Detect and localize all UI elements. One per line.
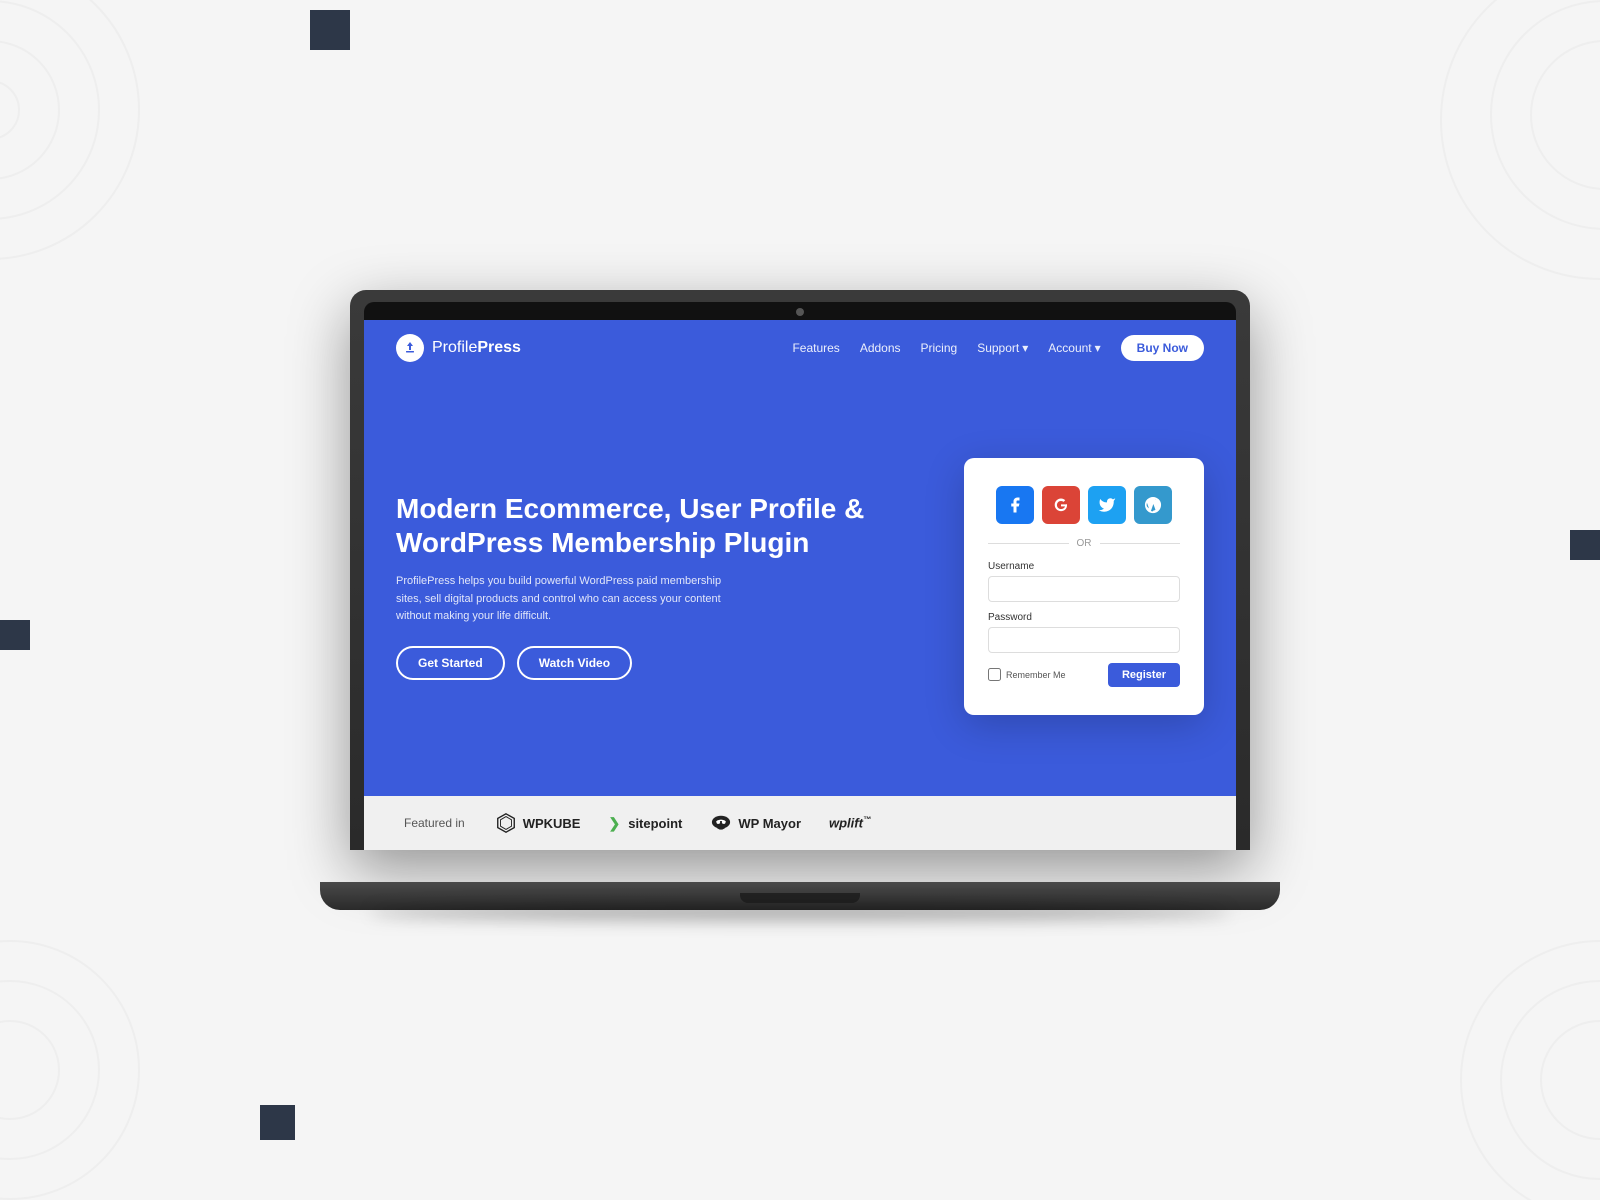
password-group: Password <box>988 612 1180 653</box>
wplift-text: wplift™ <box>829 815 871 830</box>
featured-label: Featured in <box>404 816 465 830</box>
laptop: ProfilePress Features Addons Pricing Sup… <box>350 290 1250 910</box>
decorative-square-1 <box>310 10 350 50</box>
hero-left: Modern Ecommerce, User Profile & WordPre… <box>396 492 924 680</box>
nav-support-label: Support <box>977 341 1019 355</box>
sitepoint-text: sitepoint <box>628 816 682 831</box>
twitter-login-button[interactable] <box>1088 486 1126 524</box>
hero-title: Modern Ecommerce, User Profile & WordPre… <box>396 492 924 559</box>
laptop-bezel: ProfilePress Features Addons Pricing Sup… <box>364 302 1236 850</box>
register-button[interactable]: Register <box>1108 663 1180 687</box>
divider-line-right <box>1100 543 1181 544</box>
buy-now-button[interactable]: Buy Now <box>1121 335 1204 361</box>
watch-video-button[interactable]: Watch Video <box>517 646 632 680</box>
wpkube-icon <box>495 812 517 834</box>
remember-me-label: Remember Me <box>1006 670 1066 680</box>
username-input[interactable] <box>988 576 1180 602</box>
wordpress-icon <box>1144 496 1162 514</box>
wplift-sup: ™ <box>863 815 871 824</box>
nav-account-label: Account <box>1048 341 1091 355</box>
nav-account[interactable]: Account ▾ <box>1048 341 1100 355</box>
or-divider: OR <box>988 538 1180 549</box>
wpmayor-icon <box>710 813 732 833</box>
username-group: Username <box>988 561 1180 602</box>
featured-bar: Featured in WPKUBE ❯ <box>364 796 1236 850</box>
wpmayor-logo: WP Mayor <box>710 813 801 833</box>
wpkube-text: WPKUBE <box>523 816 581 831</box>
nav-support[interactable]: Support ▾ <box>977 341 1028 355</box>
logo-area: ProfilePress <box>396 334 521 362</box>
password-input[interactable] <box>988 627 1180 653</box>
username-label: Username <box>988 561 1180 572</box>
nav-features[interactable]: Features <box>792 341 839 355</box>
wpmayor-text: WP Mayor <box>738 816 801 831</box>
logo-svg <box>402 340 418 356</box>
remember-me-checkbox[interactable] <box>988 668 1001 681</box>
facebook-login-button[interactable] <box>996 486 1034 524</box>
featured-logos: WPKUBE ❯ sitepoint <box>495 812 871 834</box>
nav-addons[interactable]: Addons <box>860 341 901 355</box>
chevron-down-icon-2: ▾ <box>1095 341 1101 355</box>
twitter-icon <box>1098 496 1116 514</box>
wplift-logo: wplift™ <box>829 815 871 830</box>
laptop-shadow <box>370 905 1230 920</box>
nav-links: Features Addons Pricing Support ▾ Accoun… <box>792 335 1204 361</box>
google-login-button[interactable] <box>1042 486 1080 524</box>
remember-me: Remember Me <box>988 668 1066 681</box>
password-label: Password <box>988 612 1180 623</box>
divider-line-left <box>988 543 1069 544</box>
wpkube-logo: WPKUBE <box>495 812 581 834</box>
sitepoint-logo: ❯ sitepoint <box>608 815 682 832</box>
laptop-screen-body: ProfilePress Features Addons Pricing Sup… <box>350 290 1250 850</box>
chevron-down-icon: ▾ <box>1022 341 1028 355</box>
camera-dot <box>796 308 804 316</box>
decorative-square-4 <box>260 1105 295 1140</box>
hero-description: ProfilePress helps you build powerful Wo… <box>396 573 736 626</box>
hero-section: Modern Ecommerce, User Profile & WordPre… <box>364 376 1236 796</box>
wordpress-login-button[interactable] <box>1134 486 1172 524</box>
logo-bold-text: Press <box>477 339 521 356</box>
logo-plain-text: Profile <box>432 339 477 356</box>
decorative-square-2 <box>0 620 30 650</box>
or-text: OR <box>1077 538 1092 549</box>
social-buttons <box>988 486 1180 524</box>
nav-pricing[interactable]: Pricing <box>921 341 958 355</box>
logo-icon <box>396 334 424 362</box>
decorative-square-3 <box>1570 530 1600 560</box>
google-icon <box>1052 496 1070 514</box>
get-started-button[interactable]: Get Started <box>396 646 505 680</box>
sitepoint-icon: ❯ <box>608 815 620 832</box>
logo-text: ProfilePress <box>432 339 521 357</box>
laptop-hinge <box>740 893 860 903</box>
facebook-icon <box>1006 496 1024 514</box>
website-screen: ProfilePress Features Addons Pricing Sup… <box>364 320 1236 850</box>
form-footer: Remember Me Register <box>988 663 1180 687</box>
login-card: OR Username Password <box>964 458 1204 715</box>
navbar: ProfilePress Features Addons Pricing Sup… <box>364 320 1236 376</box>
hero-buttons: Get Started Watch Video <box>396 646 924 680</box>
